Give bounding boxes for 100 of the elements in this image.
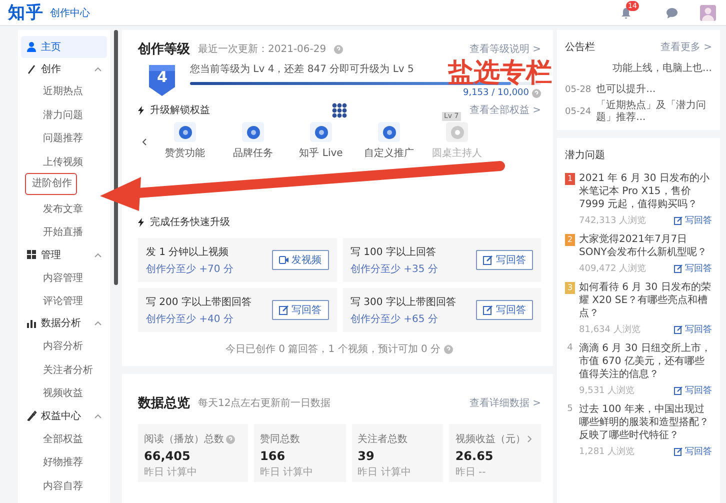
help-icon[interactable] — [444, 344, 454, 354]
grid-icon — [26, 249, 37, 260]
benefit-icon — [314, 126, 328, 138]
sidebar-item[interactable]: 问题推荐 — [26, 126, 88, 150]
help-icon[interactable] — [334, 44, 344, 54]
card-title: 公告栏 — [565, 40, 595, 54]
sidebar-item[interactable]: 潜力问题 — [26, 102, 88, 126]
chat-bubble-icon[interactable] — [666, 6, 678, 18]
notice-link[interactable]: 功能上线，电脑上也... — [612, 62, 712, 74]
sidebar-item[interactable]: 主页 — [21, 36, 107, 58]
sidebar-item[interactable]: 发布文章 — [26, 196, 88, 220]
person-icon — [26, 41, 37, 52]
sidebar-item[interactable]: 近期热点 — [26, 79, 88, 103]
sidebar-item[interactable]: 评论管理 — [26, 289, 88, 313]
page-subtitle: 创作中心 — [50, 6, 90, 20]
sidebar-item[interactable]: 好物推荐 — [26, 450, 88, 474]
edit-icon — [674, 325, 683, 334]
update-note: 每天12点左右更新前一日数据 — [198, 396, 331, 410]
stat-value: 166 — [260, 449, 286, 463]
progress-reading: 9,153 / 10,000 — [462, 88, 529, 98]
rank-badge: 1 — [565, 173, 575, 185]
more-link[interactable]: 查看更多 > — [660, 40, 712, 54]
logo[interactable]: 知乎 — [8, 1, 44, 24]
chevron-left-icon[interactable] — [142, 138, 147, 146]
rank-badge: 3 — [565, 282, 575, 294]
sidebar-item[interactable]: 内容自荐 — [26, 474, 88, 498]
sidebar-item[interactable]: 关注者分析 — [26, 358, 98, 382]
sidebar-item[interactable]: 视频收益 — [26, 381, 88, 405]
task-title: 写 300 字以上带图回答 — [350, 296, 457, 308]
benefit-icon — [382, 126, 396, 138]
caret-icon[interactable] — [94, 412, 102, 419]
locked-circle-icon — [450, 126, 464, 138]
write-answer-button[interactable]: 写回答 — [476, 250, 533, 270]
sidebar-item[interactable]: 上传视频 — [26, 150, 88, 174]
write-answer-link[interactable]: 写回答 — [674, 445, 712, 458]
help-icon[interactable] — [226, 434, 235, 444]
notice-link[interactable]: 「近期热点」及「潜力问题」推荐... — [596, 100, 712, 124]
task-reward: 创作分至少 +70 分 — [146, 262, 234, 276]
question-link[interactable]: 2021 年 6 月 30 日发布的小米笔记本 Pro X15，售价 7999 元起，值得购买吗？ — [579, 172, 712, 211]
pencil-icon — [26, 63, 37, 74]
annotation-text: 盐选专栏 — [448, 58, 552, 88]
view-count: 9,531 人浏览 — [579, 384, 635, 397]
write-answer-link[interactable]: 写回答 — [674, 384, 712, 397]
write-answer-button[interactable]: 写回答 — [272, 300, 328, 320]
level-info-link[interactable]: 查看等级说明 > — [469, 42, 541, 56]
bar-chart-icon — [26, 318, 37, 329]
sidebar-item[interactable]: 全部权益 — [26, 426, 88, 450]
edit-icon — [278, 305, 288, 315]
write-answer-button[interactable]: 写回答 — [476, 300, 533, 320]
benefit-item[interactable]: 自定义推广 — [355, 122, 423, 160]
view-count: 742,313 人浏览 — [579, 214, 646, 227]
question-link[interactable]: 滴滴 6 月 30 日纽交所上市，市值 670 亿美元，还有哪些值得关注的信息？ — [579, 342, 712, 381]
stat-label: 视频收益（元） — [455, 432, 526, 446]
sidebar-item[interactable]: 进阶创作 — [25, 173, 77, 196]
edit-icon — [674, 386, 683, 395]
benefit-icon — [178, 126, 192, 138]
help-icon[interactable] — [532, 88, 541, 98]
chevron-right-icon[interactable] — [527, 435, 532, 443]
sidebar-item[interactable]: 权益中心 — [21, 404, 107, 427]
benefit-item[interactable]: 品牌任务 — [219, 122, 287, 160]
sidebar-item[interactable]: 数据分析 — [21, 312, 107, 334]
shield-badge-icon — [146, 63, 178, 97]
level-badge-number: 4 — [157, 68, 168, 86]
sidebar-item[interactable]: 内容管理 — [26, 266, 88, 290]
update-date: 最近一次更新：2021-06-29 — [198, 42, 326, 56]
task-reward: 创作分至少 +40 分 — [146, 312, 234, 326]
write-answer-link[interactable]: 写回答 — [674, 214, 712, 227]
write-answer-link[interactable]: 写回答 — [674, 262, 712, 275]
caret-icon[interactable] — [94, 252, 102, 258]
question-link[interactable]: 过去 100 年来，中国出现过哪些鲜明的服装和造型搭配？反映了哪些时代特征？ — [579, 403, 712, 442]
dot-grid-icon — [332, 102, 348, 118]
benefit-item[interactable]: 赞赏功能 — [151, 122, 219, 160]
section-title: 升级解锁权益 — [150, 104, 210, 117]
stat-note: 昨日 计算中 — [260, 466, 314, 479]
task-reward: 创作分至少 +35 分 — [350, 262, 439, 276]
rank-badge: 2 — [565, 234, 575, 246]
rank-number: 5 — [566, 404, 574, 414]
question-link[interactable]: 大家觉得2021年7月7日SONY会发布什么新机型呢？ — [579, 233, 712, 259]
card-title: 数据总览 — [138, 395, 190, 412]
detail-data-link[interactable]: 查看详细数据 > — [469, 396, 541, 410]
avatar[interactable] — [700, 4, 716, 20]
bell-icon[interactable] — [620, 6, 632, 18]
scrollbar-thumb[interactable] — [114, 30, 118, 285]
write-answer-link[interactable]: 写回答 — [674, 323, 712, 336]
caret-icon[interactable] — [94, 66, 102, 72]
question-link[interactable]: 如何看待 6 月 30 日发布的荣耀 X20 SE？有哪些亮点和槽点？ — [579, 281, 712, 320]
notice-date: 05-28 — [565, 84, 592, 94]
caret-icon[interactable] — [94, 320, 102, 326]
benefit-item[interactable]: 知乎 Live — [287, 122, 355, 160]
sidebar-item[interactable]: 创作 — [21, 58, 107, 80]
sidebar-item[interactable]: 开始直播 — [26, 220, 88, 244]
card-title: 潜力问题 — [565, 148, 605, 162]
stat-label: 赞同总数 — [260, 432, 300, 446]
stat-label: 关注者总数 — [358, 432, 408, 446]
notice-link[interactable]: 也可以提升... — [596, 84, 656, 96]
post-video-button[interactable]: 发视频 — [272, 250, 328, 270]
sidebar-item[interactable]: 内容分析 — [26, 334, 88, 358]
all-benefits-link[interactable]: 查看全部权益 > — [469, 103, 541, 117]
sidebar-item[interactable]: 管理 — [21, 244, 107, 266]
video-camera-icon — [278, 256, 288, 264]
